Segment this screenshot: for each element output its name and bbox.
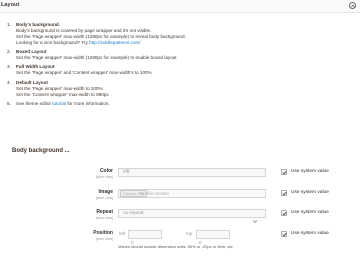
instruction-item: 1. Body's background. Body's background … <box>7 22 347 46</box>
scope-label: [store view] <box>95 175 113 179</box>
top-label: top <box>186 231 193 237</box>
position-left-input[interactable]: 0 <box>128 230 162 245</box>
section-header[interactable]: Layout <box>0 0 360 13</box>
scope-label: [store view] <box>95 196 113 200</box>
position-row: Position [store view] left 0 top 0 Use s… <box>0 230 360 245</box>
position-top-input[interactable]: 0 <box>196 230 230 245</box>
file-status-text: No file chosen <box>140 191 170 196</box>
instruction-text: Set the 'Page wrapper' and 'Content wrap… <box>16 70 152 76</box>
color-input[interactable]: #fff <box>118 168 266 177</box>
chevron-up-icon[interactable] <box>349 1 356 9</box>
instructions-list: 1. Body's background. Body's background … <box>7 22 347 110</box>
use-system-value-label: Use system value <box>291 210 329 216</box>
position-note: Values should include dimension units: 5… <box>118 244 233 249</box>
use-system-value-checkbox[interactable] <box>281 231 287 237</box>
scope-label: [store view] <box>95 216 113 220</box>
instruction-text: See theme editor tutorial for more infor… <box>16 100 110 106</box>
tutorial-link[interactable]: tutorial <box>52 101 66 106</box>
chevron-down-icon[interactable] <box>252 211 258 224</box>
repeat-select[interactable]: no-repeat <box>118 209 266 218</box>
use-system-value-label: Use system value <box>291 169 329 175</box>
repeat-row: Repeat [store view] no-repeat Use system… <box>0 209 360 224</box>
image-label: Image <box>98 189 113 195</box>
instruction-item: 3. Full Width Layout Set the 'Page wrapp… <box>7 64 347 76</box>
color-label: Color <box>99 168 113 174</box>
left-label: left <box>119 231 126 237</box>
instruction-text: Looking for a nice background? Try http:… <box>16 40 141 45</box>
use-system-value-checkbox[interactable] <box>281 169 287 175</box>
position-label: Position <box>93 230 113 236</box>
instruction-text: Set the 'Page wrapper' max-width (1280px… <box>16 55 177 61</box>
color-row: Color [store view] #fff Use system value <box>0 168 360 182</box>
instruction-item: 4. Default Layout Set the 'Page wrapper'… <box>7 80 347 98</box>
use-system-value-label: Use system value <box>291 190 329 196</box>
use-system-value-checkbox[interactable] <box>281 190 287 196</box>
use-system-value-checkbox[interactable] <box>281 210 287 216</box>
instruction-item: 5. See theme editor tutorial for more in… <box>7 101 347 107</box>
repeat-label: Repeat <box>96 209 113 215</box>
use-system-value-label: Use system value <box>291 231 329 237</box>
body-background-title[interactable]: Body background ... <box>12 148 70 154</box>
section-title: Layout <box>1 2 20 8</box>
subtlepatterns-link[interactable]: http://subtlepatterns.com/ <box>89 40 141 45</box>
scope-label: [store view] <box>95 237 113 241</box>
instruction-item: 2. Boxed Layout Set the 'Page wrapper' m… <box>7 49 347 61</box>
instruction-text: Set the 'Content wrapper' max-width to 9… <box>16 91 109 97</box>
image-row: Image [store view] Choose File No file c… <box>0 189 360 203</box>
